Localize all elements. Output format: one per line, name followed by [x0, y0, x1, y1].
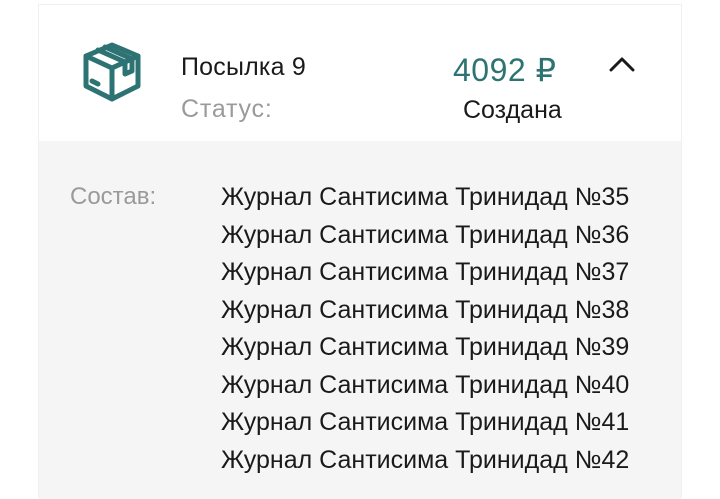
composition-list: Журнал Сантисима Тринидад №35 Журнал Сан…: [221, 179, 629, 479]
chevron-up-icon: [609, 56, 635, 77]
list-item: Журнал Сантисима Тринидад №41: [221, 408, 630, 436]
list-item: Журнал Сантисима Тринидад №40: [221, 370, 630, 399]
status-value: Создана: [463, 96, 562, 124]
status-label: Статус:: [181, 95, 273, 123]
list-item: Журнал Сантисима Тринидад №39: [221, 333, 630, 361]
collapse-button[interactable]: [605, 49, 639, 83]
parcel-header[interactable]: Посылка 9 Статус: 4092 ₽ Создана: [39, 5, 681, 141]
parcel-title: Посылка 9: [181, 53, 306, 81]
list-item: Журнал Сантисима Тринидад №36: [221, 220, 630, 249]
composition-label: Состав:: [70, 183, 157, 210]
parcel-card: Посылка 9 Статус: 4092 ₽ Создана Состав:…: [38, 4, 682, 499]
list-item: Журнал Сантисима Тринидад №38: [221, 295, 630, 324]
list-item: Журнал Сантисима Тринидад №37: [221, 258, 630, 286]
parcel-details: Состав: Журнал Сантисима Тринидад №35 Жу…: [39, 141, 681, 499]
parcel-price: 4092 ₽: [453, 52, 557, 88]
package-box-icon: [81, 41, 143, 103]
list-item: Журнал Сантисима Тринидад №35: [221, 183, 630, 211]
list-item: Журнал Сантисима Тринидад №42: [221, 445, 630, 474]
